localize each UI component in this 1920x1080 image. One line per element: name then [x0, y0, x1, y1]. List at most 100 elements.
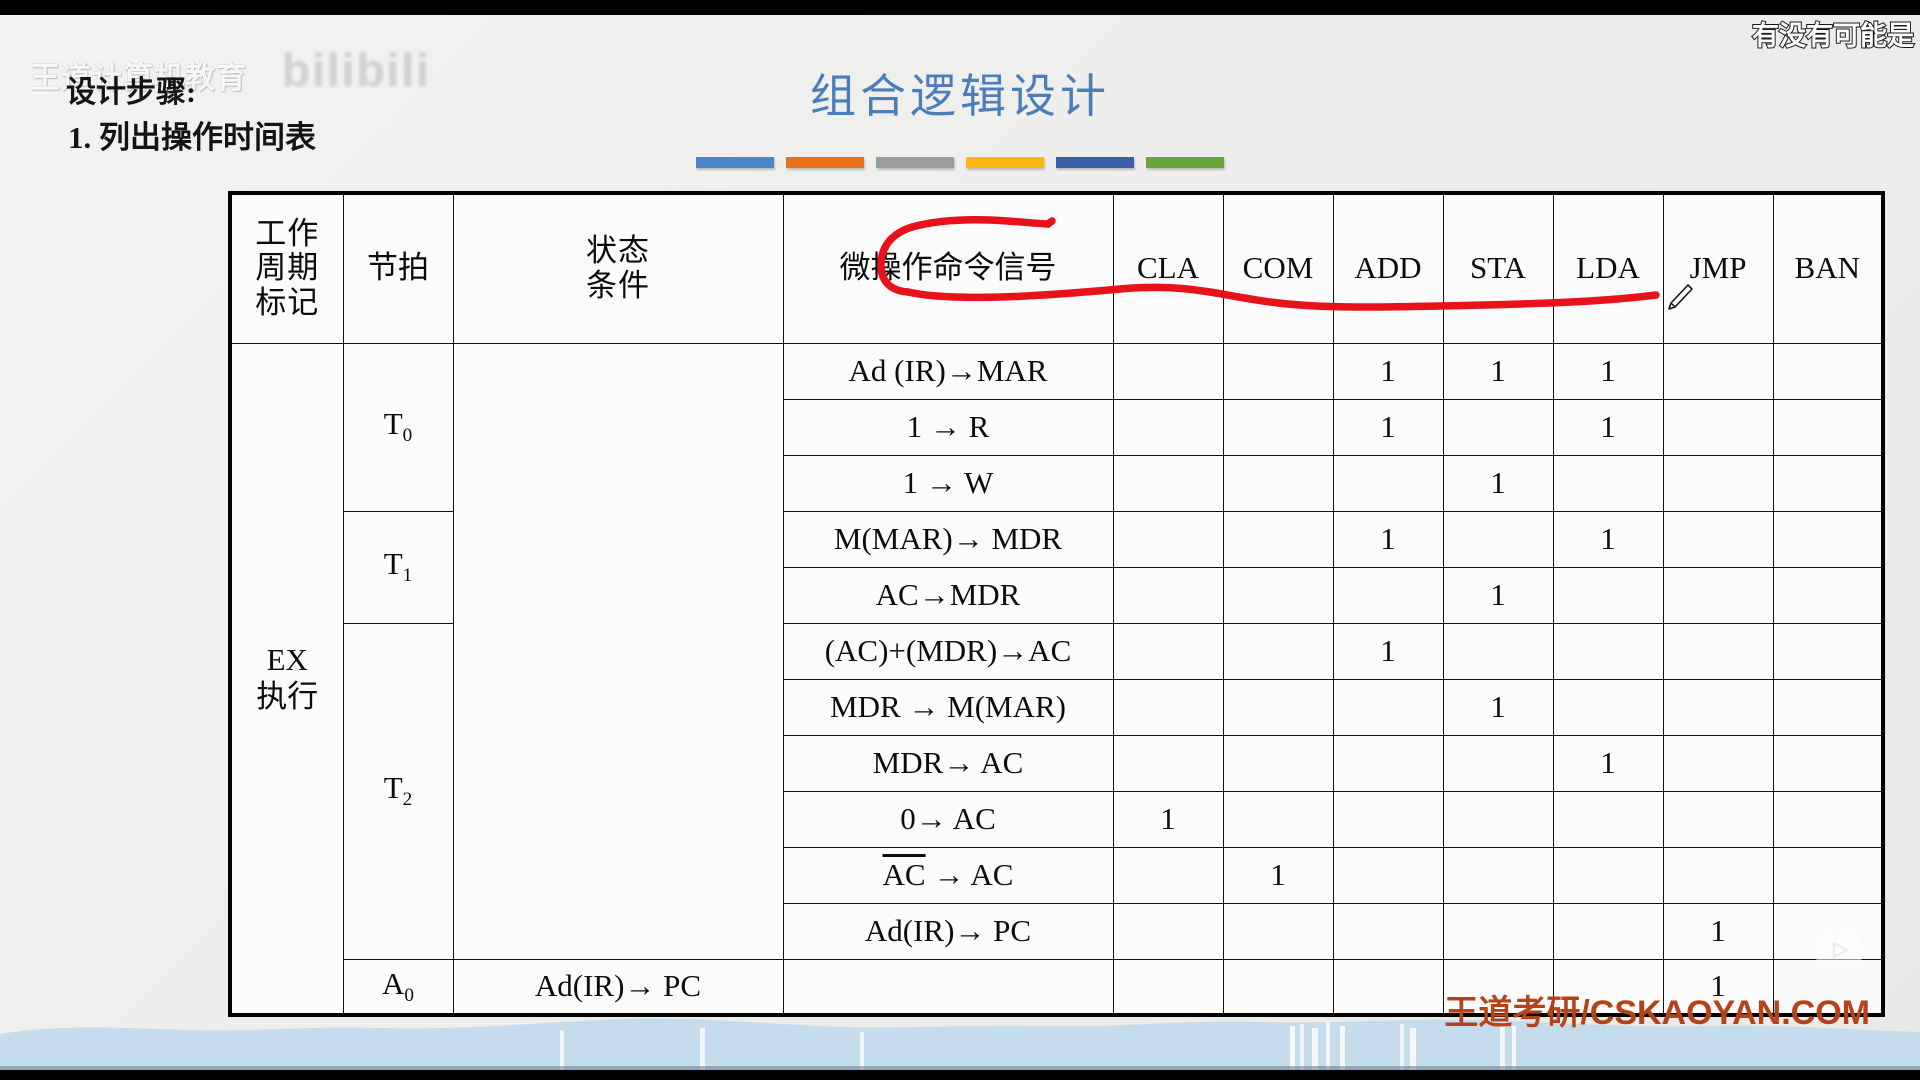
cell-signal-ban — [1772, 510, 1884, 568]
cell-signal-jmp — [1662, 678, 1774, 736]
cell-signal-jmp — [1662, 510, 1774, 568]
cell-signal-lda — [1552, 622, 1664, 680]
header-work-cycle: 工作 周期 标记 — [229, 192, 344, 344]
cell-state-condition-a0: A0 — [342, 958, 454, 1016]
cell-signal-lda — [1552, 790, 1664, 848]
cell-signal-com — [1222, 902, 1334, 960]
cell-signal-add: 1 — [1332, 398, 1444, 456]
cell-signal-com: 1 — [1222, 846, 1334, 904]
cell-micro-operation: AC → AC — [782, 846, 1114, 904]
cell-signal-add: 1 — [1332, 622, 1444, 680]
header-signal-sta: STA — [1442, 192, 1554, 344]
cell-signal-cla: 1 — [1112, 790, 1224, 848]
cell-signal-sta — [1442, 510, 1554, 568]
cell-signal-ban — [1772, 846, 1884, 904]
cell-signal-jmp — [1662, 622, 1774, 680]
cell-signal-cla — [1112, 454, 1224, 512]
cell-signal-cla — [1112, 902, 1224, 960]
bilibili-play-watermark-icon — [1816, 922, 1862, 968]
cell-signal-sta: 1 — [1442, 454, 1554, 512]
cell-signal-lda: 1 — [1552, 734, 1664, 792]
cell-signal-add — [1332, 734, 1444, 792]
cell-micro-operation: Ad(IR)→ PC — [782, 902, 1114, 960]
header-signal-add: ADD — [1332, 192, 1444, 344]
cell-signal-lda — [1552, 902, 1664, 960]
header-work-cycle-line-2: 周期 — [255, 250, 320, 286]
cell-signal-cla — [1112, 510, 1224, 568]
cell-signal-ban — [1772, 678, 1884, 736]
accent-bar-group — [696, 157, 1224, 168]
cell-signal-jmp — [1662, 454, 1774, 512]
cell-micro-operation: 0→ AC — [782, 790, 1114, 848]
cell-signal-sta — [1442, 846, 1554, 904]
cell-signal-lda — [1552, 846, 1664, 904]
header-signal-jmp: JMP — [1662, 192, 1774, 344]
cell-signal-ban — [1772, 566, 1884, 624]
danmaku-comment: 有没有可能是 — [1751, 20, 1915, 52]
cell-signal-ban — [1772, 622, 1884, 680]
cell-signal-ban — [1772, 734, 1884, 792]
cell-signal-add — [1332, 902, 1444, 960]
cell-signal-cla — [1112, 734, 1224, 792]
operation-timing-table-wrapper: 工作 周期 标记 节拍 状态 条件 微操作命令信号 CLA COM ADD STA LDA JM… — [228, 191, 1885, 1017]
cell-signal-ban — [1772, 454, 1884, 512]
cell-signal-jmp — [1662, 846, 1774, 904]
cell-signal-add — [1332, 566, 1444, 624]
cell-beat-t2: T2 — [342, 622, 454, 960]
cell-signal-jmp: 1 — [1662, 902, 1774, 960]
header-signal-lda: LDA — [1552, 192, 1664, 344]
cell-signal-cla — [1112, 342, 1224, 400]
cell-signal-com — [1222, 678, 1334, 736]
cell-signal-add — [1332, 846, 1444, 904]
cell-signal-sta: 1 — [1442, 342, 1554, 400]
cell-signal-com — [1222, 454, 1334, 512]
accent-bar-6 — [1146, 157, 1224, 168]
accent-bar-3 — [876, 157, 954, 168]
table-header-row: 工作 周期 标记 节拍 状态 条件 微操作命令信号 CLA COM ADD STA LDA JM… — [229, 192, 1884, 344]
cell-signal-sta — [1442, 902, 1554, 960]
cell-signal-add: 1 — [1332, 510, 1444, 568]
cell-micro-operation: Ad(IR)→ PC — [452, 958, 784, 1016]
cell-signal-jmp — [1662, 734, 1774, 792]
cell-micro-operation: Ad (IR)→MAR — [782, 342, 1114, 400]
table-row: EX 执行 T0 Ad (IR)→MAR 1 1 1 — [229, 342, 1884, 1016]
cell-beat-t0: T0 — [342, 342, 454, 512]
cell-micro-operation: MDR→ AC — [782, 734, 1114, 792]
header-state-condition-line-2: 条件 — [586, 267, 650, 303]
header-micro-op-signal: 微操作命令信号 — [782, 192, 1114, 344]
header-signal-ban: BAN — [1772, 192, 1884, 344]
cell-signal-lda — [1552, 566, 1664, 624]
cell-signal-sta — [1442, 622, 1554, 680]
header-work-cycle-line-3: 标记 — [255, 285, 320, 321]
cell-signal-cla — [782, 958, 1114, 1016]
cell-signal-add — [1332, 454, 1444, 512]
cell-micro-operation: 1 → R — [782, 398, 1114, 456]
cell-signal-com — [1222, 566, 1334, 624]
header-work-cycle-line-1: 工作 — [255, 215, 320, 251]
cell-signal-add — [1222, 958, 1334, 1016]
cell-signal-ban — [1772, 790, 1884, 848]
slide-title: 组合逻辑设计 — [810, 71, 1110, 122]
cell-signal-add — [1332, 678, 1444, 736]
cell-signal-lda — [1552, 454, 1664, 512]
cell-signal-lda: 1 — [1552, 510, 1664, 568]
header-beat: 节拍 — [342, 192, 454, 344]
accent-bar-4 — [966, 157, 1044, 168]
cell-micro-operation: 1 → W — [782, 454, 1114, 512]
cell-signal-add — [1332, 790, 1444, 848]
accent-bar-2 — [786, 157, 864, 168]
cell-beat-t1: T1 — [342, 510, 454, 624]
cell-signal-ban — [1772, 398, 1884, 456]
cell-signal-com — [1222, 790, 1334, 848]
cell-signal-com — [1222, 342, 1334, 400]
cell-signal-sta: 1 — [1442, 566, 1554, 624]
accent-bar-5 — [1056, 157, 1134, 168]
header-state-condition-line-1: 状态 — [586, 233, 650, 269]
accent-bar-1 — [696, 157, 774, 168]
cell-signal-jmp — [1662, 398, 1774, 456]
footer-brand: 王道考研/CSKAOYAN.COM — [1444, 994, 1870, 1032]
cell-signal-cla — [1112, 622, 1224, 680]
cell-micro-operation: AC→MDR — [782, 566, 1114, 624]
cell-signal-add: 1 — [1332, 342, 1444, 400]
cell-signal-cla — [1112, 566, 1224, 624]
